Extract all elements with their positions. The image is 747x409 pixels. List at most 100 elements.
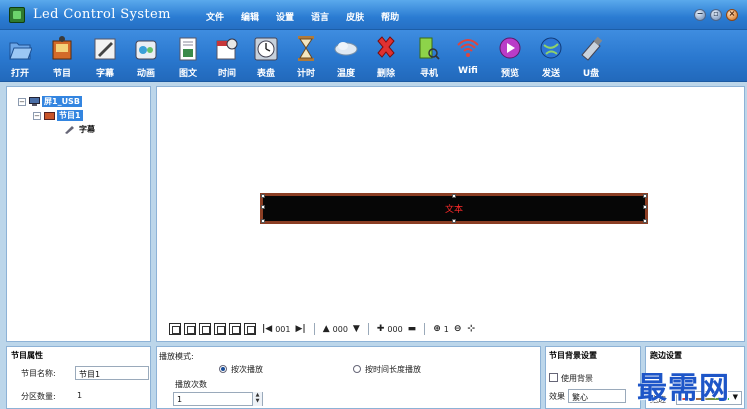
tool-image-text-button[interactable]: 图文 — [172, 31, 204, 81]
layout-button-1[interactable] — [169, 323, 181, 335]
tool-open-button[interactable]: 打开 — [4, 31, 36, 81]
layout-button-3[interactable] — [199, 323, 211, 335]
subtitle-pen-icon — [65, 126, 74, 134]
menu-edit[interactable]: 编辑 — [241, 10, 259, 23]
tool-label: Wifi — [458, 66, 478, 76]
image-text-icon — [179, 37, 197, 61]
tool-wifi-button[interactable]: Wifi — [452, 31, 484, 81]
program-name-label: 节目名称: — [21, 369, 56, 378]
menu-language[interactable]: 语言 — [311, 10, 329, 23]
layout-button-2[interactable] — [184, 323, 196, 335]
tool-label: 字幕 — [95, 69, 114, 79]
resize-handle[interactable] — [452, 194, 456, 198]
play-mode-title: 播放模式: — [159, 352, 194, 361]
tool-subtitle-button[interactable]: 字幕 — [89, 31, 121, 81]
tool-temperature-button[interactable]: 温度 — [330, 31, 362, 81]
width-value: 000 — [387, 324, 403, 334]
preview-play-icon — [499, 37, 521, 59]
play-by-count-label: 按次播放 — [231, 365, 263, 374]
down-icon[interactable]: ▼ — [353, 324, 360, 334]
minimize-button[interactable] — [694, 9, 706, 21]
app-logo-icon — [9, 7, 25, 23]
tool-time-button[interactable]: 时间 — [211, 31, 243, 81]
menu-settings[interactable]: 设置 — [276, 10, 294, 23]
next-icon[interactable]: ▶| — [296, 324, 306, 334]
center-icon[interactable]: ⊹ — [467, 324, 475, 334]
tool-label: 图文 — [178, 69, 197, 79]
collapse-toggle[interactable]: − — [33, 111, 41, 120]
program-name-input[interactable]: 节目1 — [75, 366, 149, 380]
program-tree-panel: − 屏1_USB − 节目1 字幕 — [6, 86, 151, 342]
border-settings-title: 跑边设置 — [650, 351, 682, 360]
tree-node-screen[interactable]: − 屏1_USB — [18, 96, 82, 107]
tool-label: 发送 — [541, 69, 560, 79]
toolbar-divider — [367, 323, 369, 335]
tool-timer-button[interactable]: 计时 — [290, 31, 322, 81]
collapse-toggle[interactable]: − — [18, 97, 26, 106]
tool-label: 预览 — [500, 69, 519, 79]
subtitle-pen-icon — [94, 38, 116, 60]
editing-canvas: 文本 |◀ 001 ▶| ▲ 000 ▼ ✚ 000 ▬ ⊕ 1 ⊖ ⊹ — [156, 86, 745, 342]
background-settings-panel: 节目背景设置 使用背景 效果 繁心 — [545, 346, 641, 409]
resize-handle[interactable] — [452, 219, 456, 223]
delete-x-icon — [377, 36, 395, 58]
wifi-icon — [457, 39, 479, 57]
layout-button-4[interactable] — [214, 323, 226, 335]
y-value: 000 — [332, 324, 348, 334]
effect-select[interactable]: 繁心 — [568, 389, 626, 403]
layout-button-6[interactable] — [244, 323, 256, 335]
menu-file[interactable]: 文件 — [206, 10, 224, 23]
tool-label: 温度 — [336, 69, 355, 79]
tool-animation-button[interactable]: 动画 — [130, 31, 162, 81]
tool-usb-button[interactable]: U盘 — [575, 31, 607, 81]
tree-node-program[interactable]: − 节目1 — [33, 110, 83, 121]
play-count-stepper[interactable]: 1 ▲ ▼ — [173, 392, 263, 406]
tool-label: 时间 — [217, 69, 236, 79]
tool-label: 计时 — [296, 69, 315, 79]
resize-handle[interactable] — [261, 219, 265, 223]
tool-search-device-button[interactable]: 寻机 — [413, 31, 445, 81]
up-icon[interactable]: ▲ — [323, 324, 330, 334]
tool-dial-button[interactable]: 表盘 — [250, 31, 282, 81]
zoom-in-icon[interactable]: ⊕ — [433, 324, 441, 334]
menu-help[interactable]: 帮助 — [381, 10, 399, 23]
search-device-icon — [419, 37, 440, 60]
x-value: 001 — [275, 324, 291, 334]
tree-label-screen: 屏1_USB — [42, 96, 82, 107]
window-controls — [690, 9, 738, 21]
plus-icon[interactable]: ✚ — [377, 324, 385, 334]
tool-program-button[interactable]: 节目 — [46, 31, 78, 81]
use-background-label: 使用背景 — [561, 374, 593, 383]
tool-send-button[interactable]: 发送 — [535, 31, 567, 81]
first-icon[interactable]: |◀ — [262, 324, 272, 334]
hourglass-icon — [298, 36, 314, 61]
site-watermark: 最需网 — [637, 371, 730, 406]
play-mode-panel: 播放模式: 按次播放 按时间长度播放 播放次数 1 ▲ ▼ — [156, 346, 541, 409]
use-background-checkbox[interactable] — [549, 373, 558, 382]
toolbar-divider — [313, 323, 315, 335]
tool-preview-button[interactable]: 预览 — [494, 31, 526, 81]
menu-skin[interactable]: 皮肤 — [346, 10, 364, 23]
maximize-button[interactable] — [710, 9, 722, 21]
toolbar-divider — [424, 323, 426, 335]
play-by-duration-label: 按时间长度播放 — [365, 365, 421, 374]
minus-icon[interactable]: ▬ — [408, 324, 417, 334]
tree-node-subtitle[interactable]: 字幕 — [61, 124, 97, 135]
main-toolbar: 打开 节目 字幕 动画 图文 时间 表盘 计时 温度 删除 寻机 Wifi 预览… — [0, 30, 747, 82]
resize-handle[interactable] — [643, 219, 647, 223]
stepper-arrows[interactable]: ▲ ▼ — [252, 392, 262, 406]
animation-icon — [135, 40, 157, 60]
close-button[interactable] — [726, 9, 738, 21]
led-screen-preview[interactable]: 文本 — [260, 193, 648, 224]
chevron-down-icon[interactable]: ▼ — [733, 393, 738, 401]
play-count-label: 播放次数 — [175, 380, 207, 389]
layout-button-5[interactable] — [229, 323, 241, 335]
zoom-out-icon[interactable]: ⊖ — [454, 324, 462, 334]
resize-handle[interactable] — [643, 194, 647, 198]
layout-toolbar: |◀ 001 ▶| ▲ 000 ▼ ✚ 000 ▬ ⊕ 1 ⊖ ⊹ — [169, 321, 478, 337]
play-by-count-radio[interactable] — [219, 365, 227, 373]
tree-label-subtitle: 字幕 — [79, 125, 95, 134]
resize-handle[interactable] — [261, 194, 265, 198]
tool-delete-button[interactable]: 删除 — [370, 31, 402, 81]
play-by-duration-radio[interactable] — [353, 365, 361, 373]
